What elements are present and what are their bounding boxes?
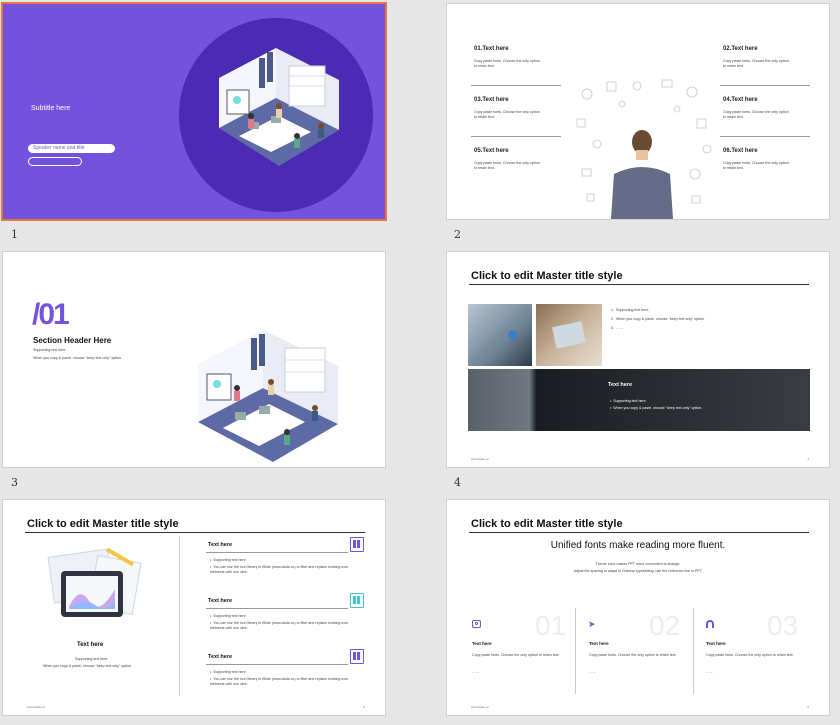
page-number: 6 (807, 705, 809, 709)
laptop-chart-photo (468, 304, 532, 366)
send-icon: ➤ (588, 619, 596, 629)
big-number: 02 (649, 610, 681, 641)
page-number: 4 (807, 457, 809, 461)
block-title-1: Text here (208, 542, 233, 548)
col-body: Copy paste fonts. Choose the only option… (472, 653, 560, 657)
item-body-2: Copy paste fonts. Choose the only option… (723, 59, 789, 68)
slide-number-3: 3 (11, 476, 18, 489)
slide-thumbnail-1[interactable]: Subtitle here Speaker name and title (3, 4, 385, 219)
block-bullet: • Supporting text here. (210, 614, 247, 618)
office-illustration (198, 330, 338, 462)
big-number: 01 (535, 610, 567, 641)
footer-url: www.islide.cc (471, 705, 489, 709)
slide-thumbnail-2[interactable]: 01.Text here Copy paste fonts. Choose th… (447, 4, 829, 219)
subtext-2: Adjust the spacing to adapt to Chinese t… (573, 569, 703, 573)
item-title-5: 05.Text here (474, 148, 509, 154)
banner-bullet-1: • Supporting text here. (610, 399, 647, 403)
left-title: Text here (77, 642, 104, 648)
item-title-1: 01.Text here (474, 46, 509, 52)
col-body: Copy paste fonts. Choose the only option… (706, 653, 794, 657)
footer-url: www.islide.cc (27, 705, 45, 709)
left-line-1: Supporting text here. (75, 657, 109, 661)
col-title: Text here (706, 641, 726, 646)
tablet-hands-photo (536, 304, 602, 366)
camera-icon (472, 620, 481, 628)
dark-banner-image: Text here • Supporting text here. • When… (468, 369, 810, 431)
title-underline (25, 532, 365, 533)
master-title: Click to edit Master title style (27, 518, 179, 530)
block-icon-1 (350, 537, 364, 552)
section-header: Section Header Here (33, 336, 112, 345)
slide-number-4: 4 (454, 476, 461, 489)
slide-thumbnail-3[interactable]: /01 Section Header Here Supporting text … (3, 252, 385, 467)
slide-thumbnail-6[interactable]: Click to edit Master title style Unified… (447, 500, 829, 715)
block-bullet: • Supporting text here. (210, 670, 247, 674)
item-title-3: 03.Text here (474, 97, 509, 103)
headline: Unified fonts make reading more fluent. (550, 540, 726, 551)
divider (206, 664, 348, 665)
block-bullet: • You can use the icon library in iSlide… (210, 677, 348, 686)
item-title-2: 02.Text here (723, 46, 758, 52)
list-item: 3. …… (611, 326, 624, 330)
big-number: 03 (767, 610, 799, 641)
block-icon-2 (350, 593, 364, 608)
col-title: Text here (589, 641, 609, 646)
slide-number-2: 2 (454, 228, 461, 241)
divider (206, 552, 348, 553)
title-underline (469, 532, 809, 533)
subtext-1: Theme color makes PPT more convenient to… (595, 562, 681, 566)
section-line-2: When you copy & paste, choose "keep text… (33, 356, 123, 360)
slide-thumbnail-5[interactable]: Click to edit Master title style Text he… (3, 500, 385, 715)
divider (206, 608, 348, 609)
item-body-4: Copy paste fonts. Choose the only option… (723, 110, 789, 119)
master-title: Click to edit Master title style (471, 518, 623, 530)
tablet-chart-illustration (47, 547, 142, 617)
magnet-icon (706, 620, 714, 628)
list-item: 1. Supporting text here. (611, 308, 650, 312)
item-body-1: Copy paste fonts. Choose the only option… (474, 59, 540, 68)
footer-url: www.islide.cc (471, 457, 489, 461)
item-body-6: Copy paste fonts. Choose the only option… (723, 161, 789, 170)
section-number: /01 (32, 298, 70, 331)
block-title-3: Text here (208, 654, 233, 660)
block-icon-3 (350, 649, 364, 664)
column-divider (575, 608, 576, 694)
column-divider (693, 608, 694, 694)
section-line-1: Supporting text here. (33, 348, 67, 352)
col-title: Text here (472, 641, 492, 646)
item-title-6: 06.Text here (723, 148, 758, 154)
divider (471, 136, 561, 137)
col-more: …… (589, 670, 597, 674)
speaker-name-field: Speaker name and title (28, 144, 115, 153)
block-bullet: • You can use the icon library in iSlide… (210, 565, 348, 574)
block-title-2: Text here (208, 598, 233, 604)
block-bullet: • Supporting text here. (210, 558, 247, 562)
left-line-2: When you copy & paste, choose "keep text… (43, 664, 133, 668)
list-item: 2. When you copy & paste, choose "keep t… (611, 317, 706, 321)
banner-title: Text here (608, 382, 633, 388)
slide-number-1: 1 (11, 228, 18, 241)
page-number: 5 (363, 705, 365, 709)
item-body-5: Copy paste fonts. Choose the only option… (474, 161, 540, 170)
col-body: Copy paste fonts. Choose the only option… (589, 653, 677, 657)
office-illustration (179, 18, 373, 212)
title-underline (469, 284, 809, 285)
thinking-man-illustration (576, 79, 712, 219)
divider (720, 136, 810, 137)
divider (471, 85, 561, 86)
slide-thumbnail-4[interactable]: Click to edit Master title style 1. Supp… (447, 252, 829, 467)
outline-pill (28, 157, 82, 166)
numbered-list: 1. Supporting text here. 2. When you cop… (611, 308, 705, 331)
block-bullet: • You can use the icon library in iSlide… (210, 621, 348, 630)
col-more: …… (472, 670, 480, 674)
divider (720, 85, 810, 86)
vertical-divider (179, 536, 180, 696)
slide1-subtitle: Subtitle here (31, 105, 71, 112)
item-body-3: Copy paste fonts. Choose the only option… (474, 110, 540, 119)
speaker-name-text: Speaker name and title (33, 145, 85, 151)
banner-bullet-2: • When you copy & paste, choose "keep te… (610, 406, 703, 410)
item-title-4: 04.Text here (723, 97, 758, 103)
master-title: Click to edit Master title style (471, 270, 623, 282)
col-more: …… (706, 670, 714, 674)
